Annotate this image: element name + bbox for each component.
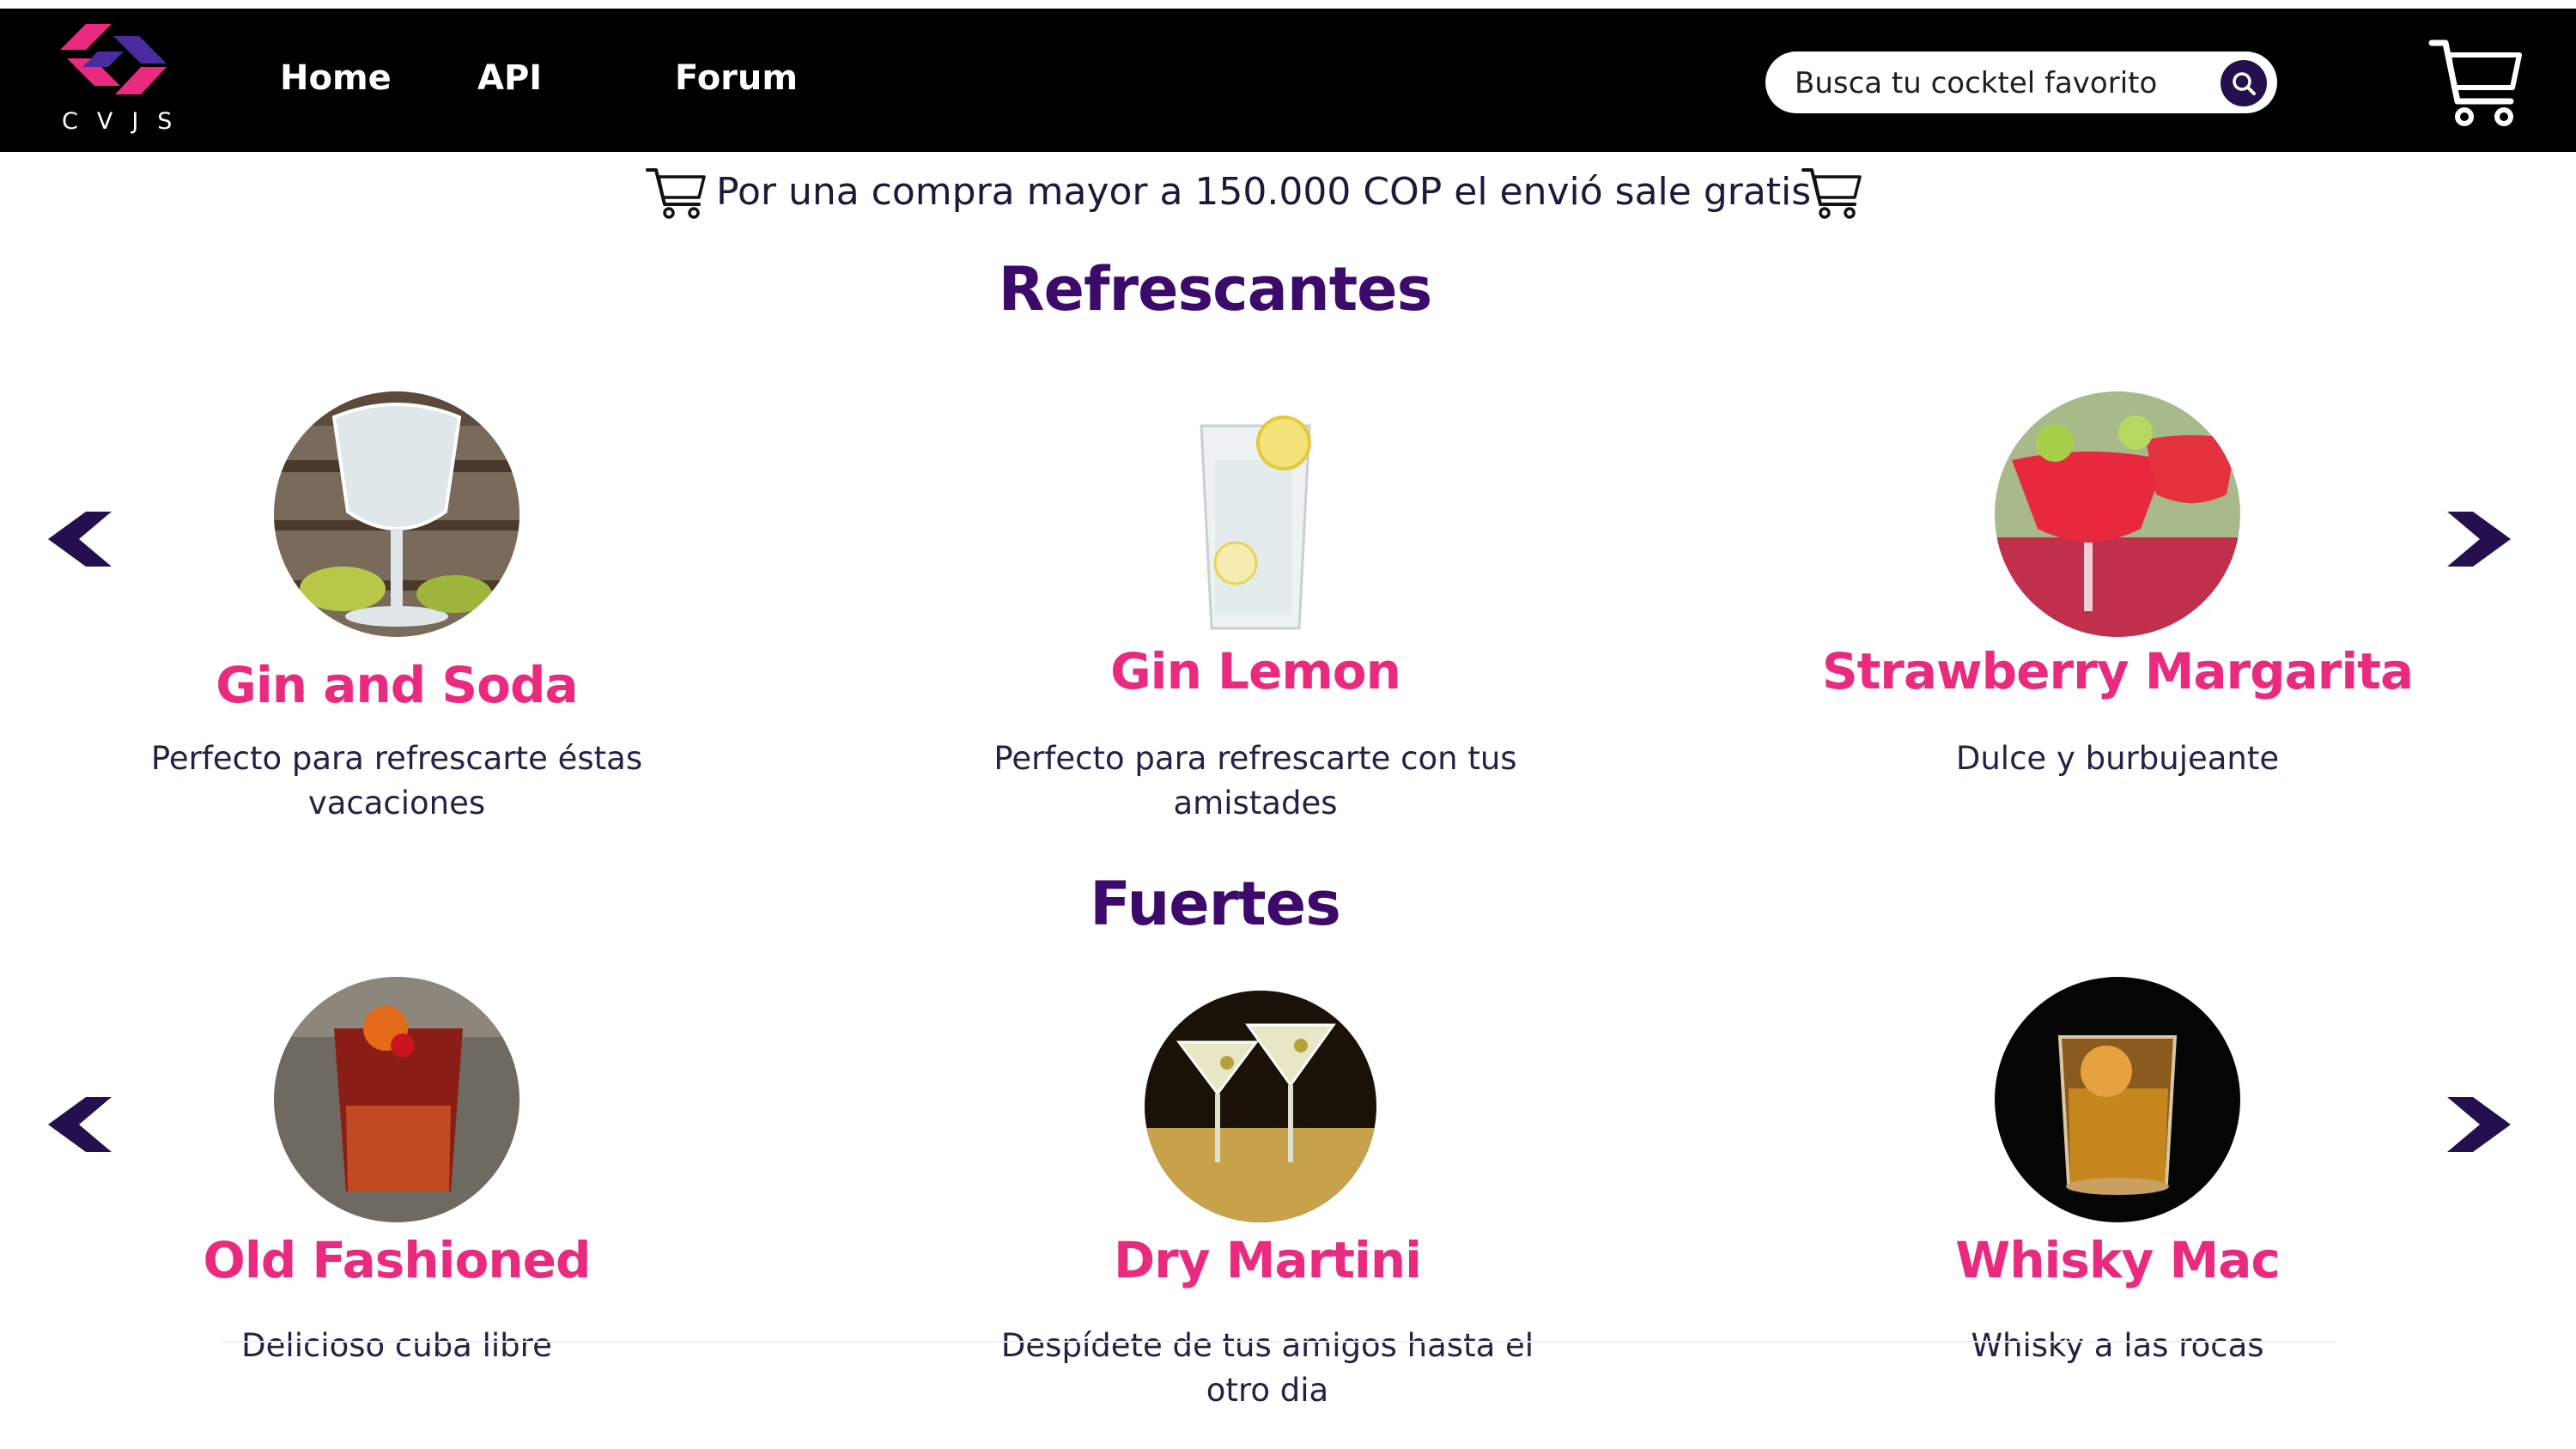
drink-name: Strawberry Margarita [1821,642,2414,700]
drink-name: Dry Martini [1114,1231,1422,1289]
logo-mark-icon [60,24,167,94]
nav-home-link[interactable]: Home [280,58,392,98]
cart-icon [646,168,706,219]
drink-photo [1995,391,2240,637]
search-box [1765,52,2277,113]
nav-api-link[interactable]: API [477,58,542,98]
drink-card-strawberry-margarita[interactable]: Strawberry Margarita Dulce y burbujeante [1791,391,2444,838]
drink-photo [1133,391,1378,637]
drink-photo [1995,977,2240,1222]
drink-card-dry-martini[interactable]: Dry Martini Despídete de tus amigos hast… [941,977,1594,1423]
cart-icon [1801,168,1862,219]
drink-photo [1145,991,1376,1222]
drink-description: Perfecto para refrescarte con tus amista… [993,740,1517,822]
carousel-next-arrow-icon[interactable] [2447,512,2511,567]
drink-description: Dulce y burbujeante [1955,740,2280,777]
logo-text: CVJS [62,108,191,135]
drink-photo [274,391,519,637]
cart-button[interactable] [2428,34,2524,130]
divider [223,1341,2336,1343]
drink-card-gin-lemon[interactable]: Gin Lemon Perfecto para refrescarte con … [929,391,1582,838]
carousel-next-arrow-icon[interactable] [2447,1097,2511,1152]
drink-photo [274,977,519,1222]
drink-name: Whisky Mac [1955,1231,2280,1289]
top-strip [0,0,2576,9]
drink-name: Old Fashioned [203,1231,592,1289]
drink-description: Delicioso cuba libre [241,1327,552,1364]
navbar: CVJS Home API Forum [0,9,2576,152]
promo-text: Por una compra mayor a 150.000 COP el en… [716,170,1812,214]
drink-description: Whisky a las rocas [1971,1327,2264,1364]
drink-card-gin-and-soda[interactable]: Gin and Soda Perfecto para refrescarte é… [70,391,723,838]
drink-name: Gin Lemon [1110,642,1401,700]
search-button[interactable] [2221,60,2267,106]
drink-name: Gin and Soda [216,656,578,714]
shipping-promo-banner: Por una compra mayor a 150.000 COP el en… [0,161,2576,223]
drink-description: Despídete de tus amigos hasta el otro di… [1000,1327,1534,1409]
section-title-fuertes: Fuertes [1090,869,1341,939]
nav-forum-link[interactable]: Forum [675,58,798,98]
brand-logo[interactable]: CVJS [53,24,191,144]
drink-description: Perfecto para refrescarte éstas vacacion… [150,740,643,822]
shopping-cart-icon [2428,39,2522,126]
search-icon [2233,72,2256,95]
search-input[interactable] [1793,60,2200,106]
section-title-refrescantes: Refrescantes [998,254,1433,324]
